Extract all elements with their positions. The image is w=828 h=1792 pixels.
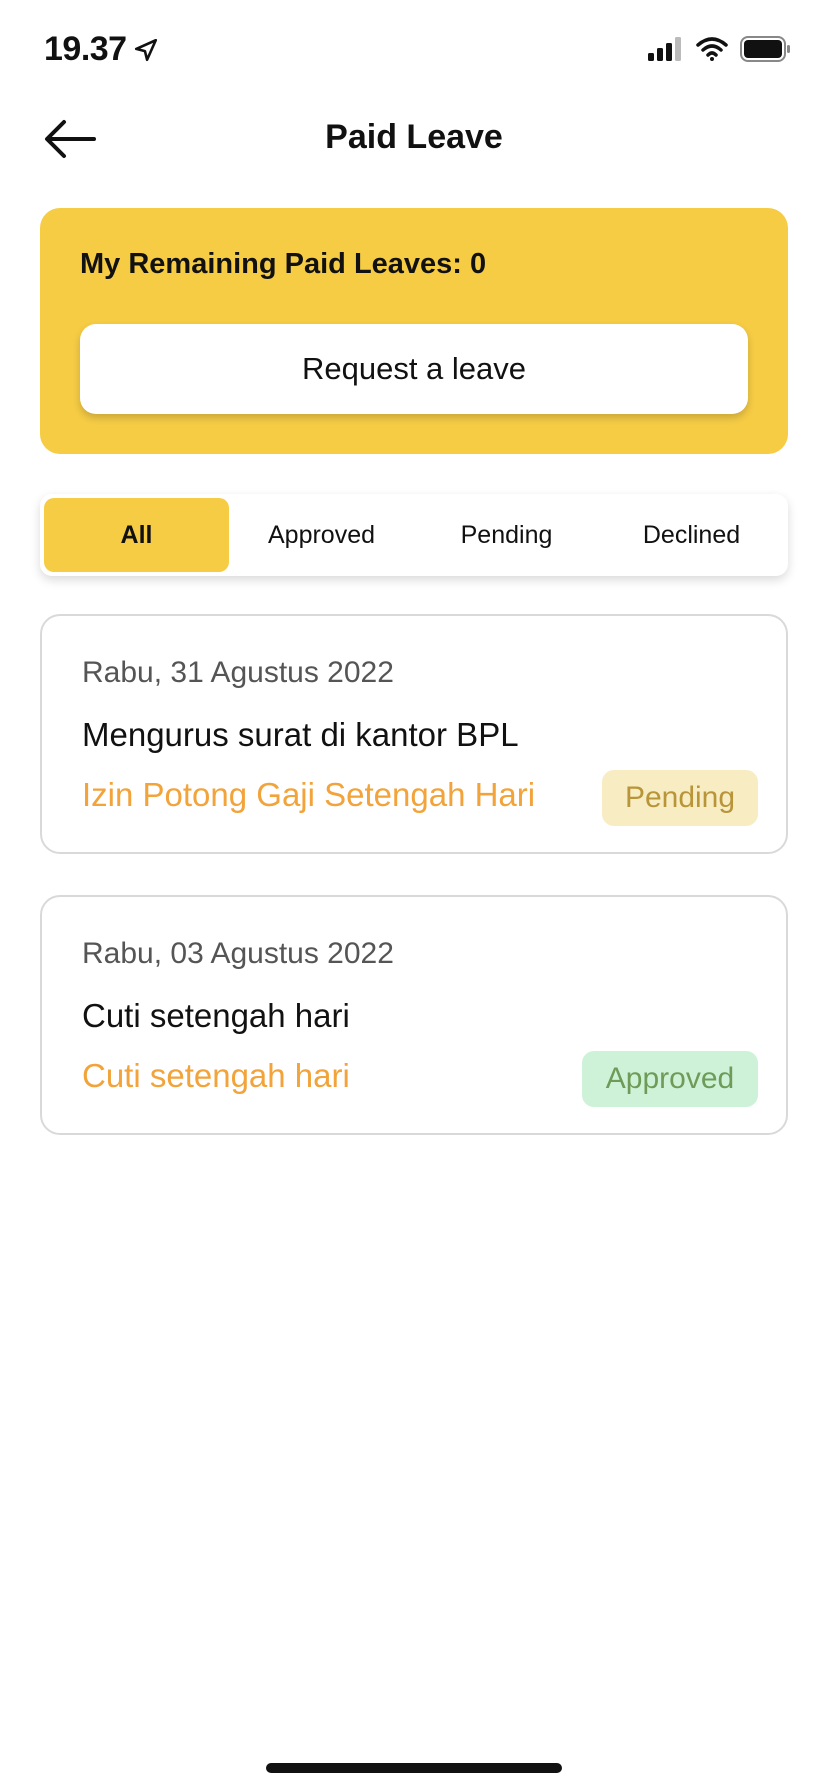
leave-title: Cuti setengah hari (82, 997, 350, 1034)
leave-card[interactable]: Rabu, 03 Agustus 2022 Cuti setengah hari… (40, 895, 788, 1135)
battery-icon (740, 36, 790, 62)
status-icons (648, 36, 792, 62)
leave-date: Rabu, 31 Agustus 2022 (82, 656, 394, 689)
leave-type: Cuti setengah hari (82, 1057, 350, 1094)
status-bar: 19.37 (0, 0, 828, 100)
tab-declined[interactable]: Declined (599, 498, 784, 572)
wifi-icon (696, 37, 728, 61)
status-time: 19.37 (44, 30, 159, 69)
leave-card[interactable]: Rabu, 31 Agustus 2022 Mengurus surat di … (40, 614, 788, 854)
status-badge: Pending (602, 770, 758, 826)
location-arrow-icon (134, 38, 157, 61)
leave-date: Rabu, 03 Agustus 2022 (82, 937, 394, 970)
home-indicator (266, 1763, 562, 1773)
summary-card: My Remaining Paid Leaves: 0 Request a le… (40, 208, 788, 454)
leave-title: Mengurus surat di kantor BPL (82, 716, 519, 753)
header: Paid Leave (0, 100, 828, 180)
remaining-leaves-label: My Remaining Paid Leaves: 0 (80, 248, 487, 280)
cellular-signal-icon (648, 37, 681, 61)
status-filter-tabs: All Approved Pending Declined (40, 494, 788, 576)
tab-pending[interactable]: Pending (414, 498, 599, 572)
tab-approved[interactable]: Approved (229, 498, 414, 572)
tab-all[interactable]: All (44, 498, 229, 572)
leave-type: Izin Potong Gaji Setengah Hari (82, 776, 536, 813)
status-time-text: 19.37 (44, 30, 127, 68)
request-leave-button[interactable]: Request a leave (80, 324, 748, 414)
status-badge: Approved (582, 1051, 758, 1107)
page-title: Paid Leave (325, 118, 503, 156)
